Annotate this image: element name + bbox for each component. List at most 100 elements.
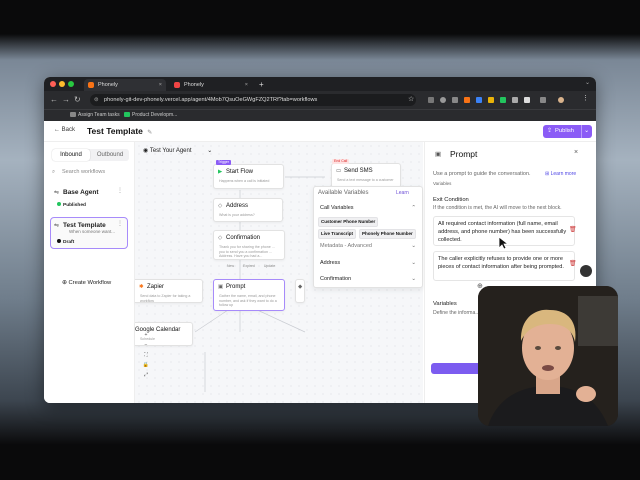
chevron-down-icon: ⌄ [411,243,416,249]
chevron-up-icon: ⌃ [411,205,416,211]
extension-icon[interactable] [512,97,518,103]
workflow-canvas[interactable]: ◉ Test Your Agent ⌄ Trigger ▶ Start Flow… [135,142,423,403]
bookmark-item[interactable]: Assign Team tasks [70,112,120,118]
chevron-down-icon: ⌄ [207,148,213,154]
bookmark-item[interactable]: Product Developm... [124,112,177,118]
close-window-button[interactable] [50,81,56,87]
chevron-down-icon: ⌄ [411,260,416,266]
node-send-sms[interactable]: End Call ▭ Send SMS Send a text message … [331,159,401,188]
bookmark-favicon [124,112,130,118]
menu-kebab-icon[interactable]: ⋮ [582,94,589,102]
site-info-icon[interactable]: ⊜ [94,94,99,106]
new-tab-button[interactable]: + [256,79,264,91]
page-title: Test Template ✎ [87,126,153,136]
chat-icon: ◉ [143,148,149,154]
search-icon: ⌕ [52,169,56,175]
tab-outbound[interactable]: Outbound [91,149,129,161]
node-zapier[interactable]: ✱ Zapier Send data to Zapier for taking … [135,279,203,303]
delete-icon[interactable]: 🗑 [569,260,577,267]
zoom-out-button[interactable]: − [142,340,150,350]
extension-icon[interactable] [428,97,434,103]
profile-avatar[interactable] [558,97,564,103]
node-start-flow[interactable]: Trigger ▶ Start Flow Happens when a call… [213,160,284,189]
workflow-icon: ⇋ [54,190,60,196]
extension-icon[interactable] [488,97,494,103]
extension-icon[interactable] [452,97,458,103]
node-partial[interactable]: ◆ [295,279,305,303]
workflow-icon: ⇋ [54,223,60,229]
phonely-favicon [174,82,180,88]
play-icon: ▶ [218,169,223,175]
workflow-card-base-agent[interactable]: ⇋ Base Agent ⋮ Published [50,184,128,212]
maximize-window-button[interactable] [68,81,74,87]
chevron-down-icon[interactable]: ⌄ [581,125,589,138]
variable-chip[interactable]: Live Transcript [318,229,357,239]
close-tab-icon[interactable]: × [159,79,162,91]
more-options-icon[interactable]: ⋮ [117,220,123,227]
learn-more-link[interactable]: ⊞ Learn more [545,171,576,177]
back-arrow-icon[interactable]: ← [50,95,58,104]
publish-icon: ⇪ [547,128,552,134]
url-bar[interactable]: ⊜ phonely-git-dev-phonely.vercel.app/age… [90,94,416,106]
app-header: ← Back Test Template ✎ ⇪ Publish ⌄ [44,121,596,142]
extension-icon[interactable] [500,97,506,103]
direction-toggle: Inbound Outbound [52,149,129,161]
status-badge: Published [57,202,86,208]
zoom-in-button[interactable]: + [142,330,150,340]
forward-arrow-icon[interactable]: → [62,95,70,104]
test-agent-dropdown[interactable]: ◉ Test Your Agent ⌄ [143,147,212,154]
speech-icon: ◇ [218,235,223,241]
extension-icon[interactable] [464,97,470,103]
node-icon: ◆ [298,284,303,290]
tab-list-chevron-icon[interactable]: ⌄ [585,79,590,86]
prompt-icon: ▣ [435,151,442,158]
end-call-tag: End Call [332,159,350,164]
puzzle-extensions-icon[interactable] [540,97,546,103]
node-confirmation[interactable]: ◇ Confirmation Thank you for sharing the… [213,230,285,260]
presenter-video [478,286,618,426]
available-variables-popover: Available Variables Learn Call Variables… [313,186,423,288]
back-button[interactable]: ← Back [54,127,75,133]
workflow-card-test-template[interactable]: ⇋ Test Template When someone want... ⋮ D… [50,217,128,249]
close-icon[interactable]: × [574,149,578,156]
status-dot [57,202,61,206]
folder-icon [70,112,76,118]
lock-button[interactable]: 🔒 [142,360,150,370]
section-confirmation[interactable]: Confirmation ⌄ [320,276,416,282]
status-badge: Draft [57,239,74,245]
section-call-variables[interactable]: Call Variables ⌃ [320,205,416,211]
prompt-icon: ▣ [218,284,224,290]
close-tab-icon[interactable]: × [245,79,248,91]
speech-icon: ◇ [218,203,223,209]
node-prompt[interactable]: ▣ Prompt Gather the name, email, and pho… [213,279,285,311]
edge-labels: New Expired Update [227,264,276,268]
browser-tab[interactable]: Phonely × [84,79,166,91]
fit-view-button[interactable]: ⛶ [142,350,150,360]
chat-fab-icon[interactable] [580,265,592,277]
minimize-window-button[interactable] [59,81,65,87]
extension-icon[interactable] [440,97,446,103]
extension-icon[interactable] [524,97,530,103]
browser-tab[interactable]: Phonely × [170,79,252,91]
extension-icon[interactable] [476,97,482,103]
section-metadata-advanced[interactable]: Metadata - Advanced ⌄ [320,243,416,249]
fullscreen-button[interactable]: ⤢ [142,370,150,380]
delete-icon[interactable]: 🗑 [569,226,577,233]
bookmark-star-icon[interactable]: ☆ [408,95,414,103]
edit-pencil-icon[interactable]: ✎ [147,130,152,136]
variable-chip[interactable]: Phonely Phone Number [359,229,416,239]
exit-condition-input[interactable]: The caller explicitly refuses to provide… [433,251,575,281]
node-address[interactable]: ◇ Address What is your address? [213,198,283,222]
publish-button[interactable]: ⇪ Publish ⌄ [543,125,592,138]
phonely-favicon [88,82,94,88]
more-options-icon[interactable]: ⋮ [117,187,123,194]
learn-link[interactable]: Learn [396,190,409,196]
section-address[interactable]: Address ⌄ [320,260,416,266]
tab-inbound[interactable]: Inbound [52,149,90,161]
tab-bar: Phonely × Phonely × + ⌄ [44,77,596,91]
search-workflows[interactable]: ⌕ Search workflows [52,167,129,178]
create-workflow-button[interactable]: ⊕ Create Workflow [62,280,111,286]
bookmarks-bar: Assign Team tasks Product Developm... [44,109,596,121]
reload-icon[interactable]: ↻ [74,95,81,104]
variable-chip[interactable]: Customer Phone Number [318,217,379,227]
